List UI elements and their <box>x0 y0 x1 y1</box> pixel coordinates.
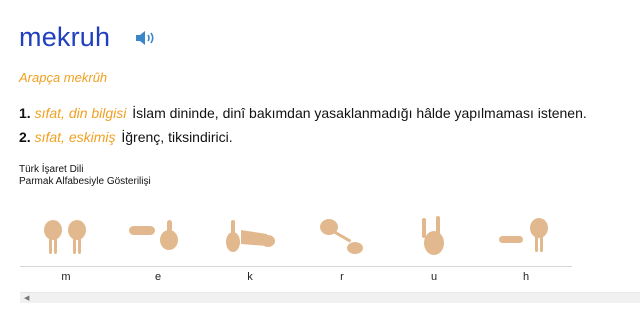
word-origin: Arapça mekrûh <box>19 70 108 85</box>
fingerspelling-strip: m e k r u h <box>20 203 572 293</box>
definition-text: İslam dininde, dinî bakımdan yasaklanmad… <box>132 105 587 121</box>
hand-sign-k-image <box>215 210 285 260</box>
letter-label: u <box>430 271 438 283</box>
strip-divider <box>20 266 572 267</box>
definition-tag: sıfat, din bilgisi <box>34 105 127 121</box>
hand-sign-m-image <box>31 210 101 260</box>
definition-text: İğrenç, tiksindirici. <box>121 129 233 145</box>
hand-sign-r-image <box>307 210 377 260</box>
entry-header: mekruh <box>19 22 157 53</box>
definitions-list: 1. sıfat, din bilgisi İslam dininde, din… <box>19 101 587 149</box>
definition-item: 1. sıfat, din bilgisi İslam dininde, din… <box>19 101 587 125</box>
letter-label: h <box>522 271 530 283</box>
letter-label: k <box>247 271 253 283</box>
horizontal-scrollbar[interactable]: ◀ <box>20 292 640 303</box>
entry-word: mekruh <box>19 22 111 52</box>
letter-label: r <box>340 271 344 283</box>
definition-number: 2. <box>19 129 31 145</box>
hand-images <box>20 210 572 262</box>
letter-label: m <box>61 271 71 283</box>
letter-labels: m e k r u h <box>20 271 572 289</box>
speaker-icon[interactable] <box>135 30 157 46</box>
sign-language-subtitle: Parmak Alfabesiyle Gösterilişi <box>19 176 151 187</box>
letter-label: e <box>154 271 162 283</box>
sign-language-title: Türk İşaret Dili <box>19 164 84 175</box>
scroll-left-icon[interactable]: ◀ <box>24 294 29 302</box>
sign-language-heading: Türk İşaret Dili Parmak Alfabesiyle Göst… <box>19 164 151 188</box>
definition-number: 1. <box>19 105 31 121</box>
hand-sign-e-image <box>123 210 193 260</box>
hand-sign-h-image <box>491 210 561 260</box>
definition-tag: sıfat, eskimiş <box>34 129 116 145</box>
definition-item: 2. sıfat, eskimiş İğrenç, tiksindirici. <box>19 125 587 149</box>
hand-sign-u-image <box>399 210 469 260</box>
